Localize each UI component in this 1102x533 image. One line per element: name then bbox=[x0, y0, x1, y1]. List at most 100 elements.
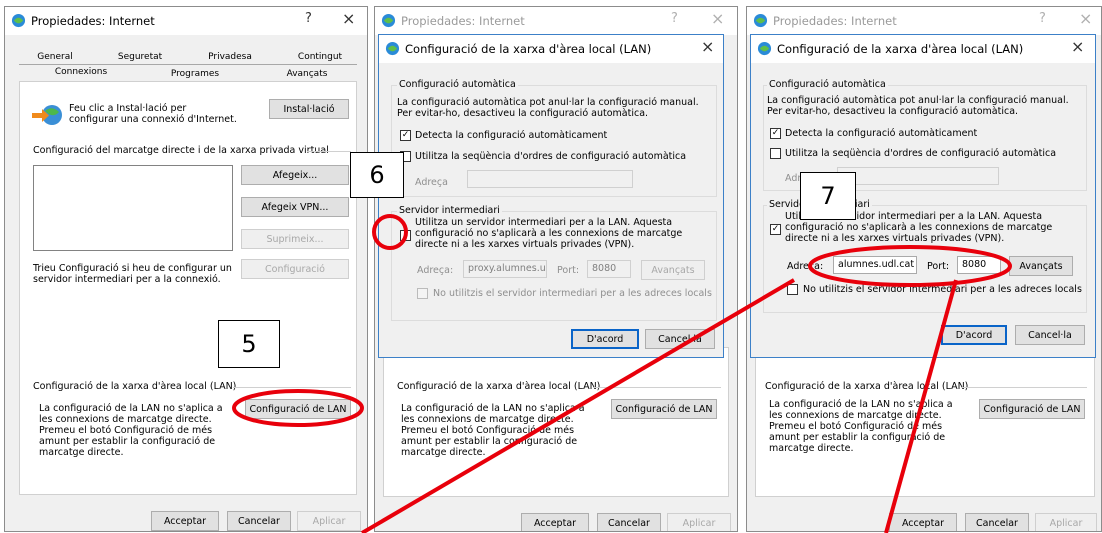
lan-settings-button-3[interactable]: Configuració de LAN bbox=[979, 399, 1085, 419]
connections-list[interactable] bbox=[33, 165, 233, 251]
lan-dialog-7-title: Configuració de la xarxa d'àrea local (L… bbox=[777, 42, 1024, 56]
advanced-button[interactable]: Avançats bbox=[641, 260, 705, 280]
internet-options-icon bbox=[11, 13, 26, 28]
proxy-address-label: Adreça: bbox=[417, 265, 454, 276]
lan-separator-3 bbox=[961, 387, 1087, 388]
auto-script-label: Utilitza la seqüència d'ordres de config… bbox=[415, 151, 687, 162]
lan-group-label: Configuració de la xarxa d'àrea local (L… bbox=[33, 381, 237, 392]
cancel-button[interactable]: Cancel·la bbox=[645, 329, 715, 349]
auto-detect-checkbox[interactable]: ✓ bbox=[400, 130, 411, 141]
proxy-address-field-7[interactable]: alumnes.udl.cat bbox=[833, 256, 917, 274]
auto-script-label-7: Utilitza la seqüència d'ordres de config… bbox=[785, 148, 1057, 159]
setup-button[interactable]: Instal·lació bbox=[269, 99, 349, 119]
cancel-button-3[interactable]: Cancelar bbox=[965, 513, 1029, 531]
port-field-7[interactable]: 8080 bbox=[957, 256, 1001, 274]
port-label: Port: bbox=[557, 265, 580, 276]
use-proxy-checkbox-7[interactable]: ✓ bbox=[770, 224, 781, 235]
internet-options-icon bbox=[385, 41, 400, 56]
internet-options-icon bbox=[381, 13, 396, 28]
lan-text-2: La configuració de la LAN no s'aplica a … bbox=[401, 403, 585, 458]
help-button-2[interactable]: ? bbox=[671, 11, 678, 26]
close-button[interactable]: × bbox=[342, 9, 355, 28]
accept-button-3[interactable]: Acceptar bbox=[889, 513, 957, 531]
bypass-local-label: No utilitzis el servidor intermediari pe… bbox=[433, 288, 712, 299]
internet-properties-window: Propiedades: Internet ? × General Segure… bbox=[4, 6, 368, 532]
lan-dialog-title: Configuració de la xarxa d'àrea local (L… bbox=[405, 42, 652, 56]
accept-button[interactable]: Acceptar bbox=[151, 511, 219, 531]
help-button-3[interactable]: ? bbox=[1039, 11, 1046, 26]
setup-text: Feu clic a Instal·lació per configurar u… bbox=[69, 103, 237, 125]
lan-dialog-title-bar: Configuració de la xarxa d'àrea local (L… bbox=[379, 35, 723, 63]
lan-settings-button[interactable]: Configuració de LAN bbox=[245, 399, 351, 419]
apply-button-3[interactable]: Aplicar bbox=[1035, 513, 1097, 531]
lan-group-label-2: Configuració de la xarxa d'àrea local (L… bbox=[397, 381, 601, 392]
auto-detect-checkbox-7[interactable]: ✓ bbox=[770, 128, 781, 139]
network-setup-icon bbox=[32, 105, 62, 125]
proxy-group-label: Servidor intermediari bbox=[397, 205, 502, 216]
proxy-address-field[interactable]: proxy.alumnes.u bbox=[463, 260, 547, 278]
dialup-separator bbox=[307, 151, 351, 152]
close-button-2[interactable]: × bbox=[711, 9, 724, 28]
bypass-local-checkbox[interactable] bbox=[417, 288, 428, 299]
window-title-2: Propiedades: Internet bbox=[401, 14, 525, 28]
tab-privacy[interactable]: Privadesa bbox=[195, 52, 265, 62]
use-proxy-checkbox[interactable] bbox=[400, 230, 411, 241]
callout-step-6: 6 bbox=[350, 152, 404, 198]
cancel-button-7[interactable]: Cancel·la bbox=[1015, 325, 1085, 345]
advanced-button-7[interactable]: Avançats bbox=[1009, 256, 1073, 276]
tab-programs[interactable]: Programes bbox=[155, 69, 235, 79]
tab-advanced[interactable]: Avançats bbox=[267, 69, 347, 79]
script-address-label: Adreça bbox=[415, 177, 448, 188]
port-field[interactable]: 8080 bbox=[587, 260, 631, 278]
tab-general[interactable]: General bbox=[25, 52, 85, 62]
close-button-3[interactable]: × bbox=[1079, 9, 1092, 28]
lan-text-3: La configuració de la LAN no s'aplica a … bbox=[769, 399, 953, 454]
apply-button-2[interactable]: Aplicar bbox=[667, 513, 731, 531]
ok-button-7[interactable]: D'acord bbox=[941, 325, 1007, 345]
lan-separator-2 bbox=[593, 387, 721, 388]
bypass-local-checkbox-7[interactable] bbox=[787, 284, 798, 295]
cancel-button-2[interactable]: Cancelar bbox=[597, 513, 661, 531]
lan-dialog: Configuració de la xarxa d'àrea local (L… bbox=[378, 34, 724, 358]
lan-separator bbox=[233, 387, 351, 388]
title-bar-2: Propiedades: Internet ? × bbox=[375, 7, 737, 35]
callout-step-7: 7 bbox=[800, 172, 856, 220]
title-bar: Propiedades: Internet ? × bbox=[5, 7, 367, 35]
script-address-field[interactable] bbox=[467, 170, 633, 188]
tab-content[interactable]: Contingut bbox=[285, 52, 355, 62]
accept-button-2[interactable]: Acceptar bbox=[521, 513, 589, 531]
lan-text: La configuració de la LAN no s'aplica a … bbox=[39, 403, 223, 458]
auto-detect-label: Detecta la configuració automàticament bbox=[415, 130, 608, 141]
lan-dialog-7-close-button[interactable]: × bbox=[1071, 37, 1084, 56]
lan-settings-button-2[interactable]: Configuració de LAN bbox=[611, 399, 717, 419]
tab-security[interactable]: Seguretat bbox=[105, 52, 175, 62]
script-address-field-7[interactable] bbox=[837, 167, 999, 185]
settings-button[interactable]: Configuració bbox=[241, 259, 349, 279]
help-button[interactable]: ? bbox=[305, 11, 312, 26]
tab-connections[interactable]: Connexions bbox=[41, 67, 121, 77]
lan-group-label-3: Configuració de la xarxa d'àrea local (L… bbox=[765, 381, 969, 392]
cancel-button[interactable]: Cancelar bbox=[227, 511, 291, 531]
port-label-7: Port: bbox=[927, 261, 950, 272]
settings-text: Trieu Configuració si heu de configurar … bbox=[33, 263, 232, 285]
add-vpn-button[interactable]: Afegeix VPN... bbox=[241, 197, 349, 217]
internet-options-icon bbox=[757, 41, 772, 56]
apply-button[interactable]: Aplicar bbox=[297, 511, 361, 531]
window-title: Propiedades: Internet bbox=[31, 14, 155, 28]
lan-dialog-close-button[interactable]: × bbox=[701, 37, 714, 56]
internet-options-icon bbox=[753, 13, 768, 28]
proxy-text: Utilitza un servidor intermediari per a … bbox=[415, 217, 683, 250]
ok-button[interactable]: D'acord bbox=[571, 329, 639, 349]
title-bar-3: Propiedades: Internet ? × bbox=[747, 7, 1101, 35]
proxy-address-label-7: Adreça: bbox=[787, 261, 824, 272]
tab-divider bbox=[19, 64, 357, 65]
auto-config-text: La configuració automàtica pot anul·lar … bbox=[397, 97, 699, 119]
window-title-3: Propiedades: Internet bbox=[773, 14, 897, 28]
remove-button[interactable]: Suprimeix... bbox=[241, 229, 349, 249]
auto-script-checkbox-7[interactable] bbox=[770, 148, 781, 159]
dialup-group-label: Configuració del marcatge directe i de l… bbox=[33, 145, 329, 156]
lan-dialog-7-title-bar: Configuració de la xarxa d'àrea local (L… bbox=[751, 35, 1095, 63]
callout-step-5: 5 bbox=[218, 320, 280, 368]
auto-config-group-label: Configuració automàtica bbox=[397, 79, 518, 90]
add-button[interactable]: Afegeix... bbox=[241, 165, 349, 185]
